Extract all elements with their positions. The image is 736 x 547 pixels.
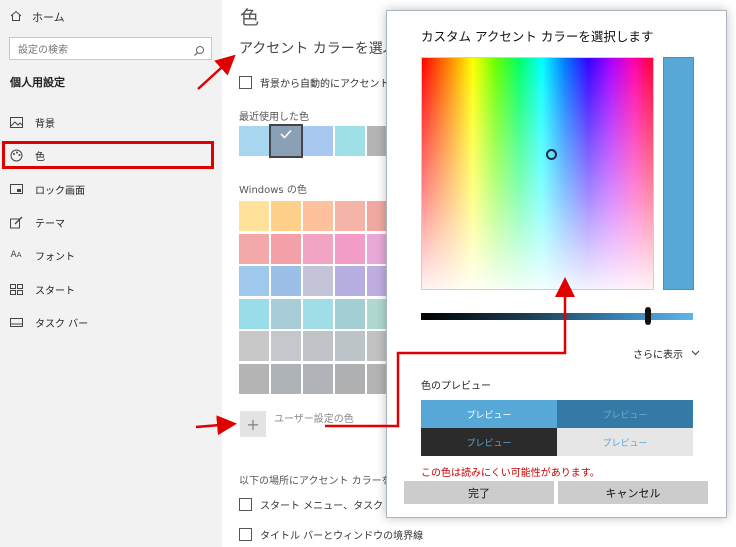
sidebar-item-font[interactable]: AA フォント: [9, 244, 75, 266]
color-spectrum-picker[interactable]: [421, 57, 654, 290]
recent-color-swatch[interactable]: [239, 126, 269, 156]
search-icon[interactable]: [193, 42, 205, 56]
settings-sidebar: ホーム 個人用設定 背景 色 ロック画面 テーマ AA フォント: [0, 0, 222, 547]
sidebar-item-label: 背景: [35, 118, 55, 130]
windows-color-swatch[interactable]: [303, 233, 333, 264]
start-icon: [9, 282, 23, 296]
sidebar-item-theme[interactable]: テーマ: [9, 211, 65, 233]
windows-color-swatch[interactable]: [239, 266, 269, 296]
home-label: ホーム: [32, 11, 65, 24]
color-preview-label: 色のプレビュー: [421, 381, 491, 392]
sidebar-item-label: タスク バー: [35, 318, 89, 330]
taskbar-icon: [9, 315, 23, 329]
titlebar-checkbox[interactable]: [239, 528, 252, 541]
search-input[interactable]: [10, 40, 190, 61]
windows-color-swatch[interactable]: [271, 201, 301, 231]
auto-accent-label: 背景から自動的にアクセント カ: [260, 79, 403, 90]
windows-color-swatch[interactable]: [335, 266, 365, 296]
recent-colors-label: 最近使用した色: [239, 112, 309, 123]
preview-tile-accent-dark: プレビュー: [557, 400, 693, 428]
chevron-down-icon: [691, 348, 700, 359]
windows-color-swatch[interactable]: [239, 363, 269, 394]
readability-warning: この色は読みにくい可能性があります。: [421, 468, 600, 479]
titlebar-label: タイトル バーとウィンドウの境界線: [260, 531, 424, 542]
windows-color-swatch[interactable]: [239, 201, 269, 231]
windows-color-swatch[interactable]: [335, 201, 365, 231]
preview-tile-white-on-accent: プレビュー: [421, 400, 557, 428]
start-taskbar-checkbox[interactable]: [239, 498, 252, 511]
selected-color-swatch: [663, 57, 694, 290]
windows-color-swatch[interactable]: [303, 331, 333, 361]
theme-brush-icon: [9, 215, 23, 229]
brightness-slider[interactable]: [421, 313, 693, 320]
checkmark-icon: [280, 129, 292, 139]
windows-color-swatch[interactable]: [303, 201, 333, 231]
windows-color-swatch[interactable]: [271, 298, 301, 329]
windows-color-swatch[interactable]: [303, 298, 333, 329]
recent-color-swatch[interactable]: [269, 124, 303, 158]
image-icon: [9, 115, 23, 129]
sidebar-item-taskbar[interactable]: タスク バー: [9, 311, 88, 333]
picker-cursor[interactable]: [546, 149, 557, 160]
font-icon: AA: [10, 250, 22, 260]
windows-color-swatch[interactable]: [335, 331, 365, 361]
windows-color-swatch[interactable]: [239, 331, 269, 361]
recent-color-swatch[interactable]: [303, 126, 333, 156]
section-title: 個人用設定: [10, 76, 65, 89]
sidebar-item-lock-screen[interactable]: ロック画面: [9, 178, 85, 200]
windows-color-swatch[interactable]: [335, 298, 365, 329]
windows-color-swatch[interactable]: [303, 266, 333, 296]
lock-screen-icon: [9, 182, 23, 196]
more-button[interactable]: さらに表示: [633, 346, 700, 361]
windows-color-swatch[interactable]: [335, 363, 365, 394]
windows-color-swatch[interactable]: [303, 363, 333, 394]
sidebar-item-background[interactable]: 背景: [9, 111, 55, 133]
add-custom-color-button[interactable]: +: [240, 411, 266, 437]
auto-accent-checkbox[interactable]: [239, 76, 252, 89]
windows-color-swatch[interactable]: [271, 363, 301, 394]
more-label: さらに表示: [633, 350, 683, 361]
windows-color-swatch[interactable]: [239, 233, 269, 264]
cancel-button[interactable]: キャンセル: [558, 481, 708, 504]
done-button[interactable]: 完了: [404, 481, 554, 504]
preview-tile-accent-on-dark: プレビュー: [421, 428, 557, 456]
windows-color-swatch[interactable]: [271, 233, 301, 264]
annotation-highlight-box: [2, 141, 214, 169]
titlebar-checkbox-row[interactable]: タイトル バーとウィンドウの境界線: [239, 527, 423, 542]
settings-search-box[interactable]: [9, 37, 212, 61]
custom-color-label: ユーザー設定の色: [274, 414, 354, 425]
sidebar-item-label: スタート: [35, 285, 75, 297]
dialog-title: カスタム アクセント カラーを選択します: [421, 29, 654, 44]
auto-accent-checkbox-row[interactable]: 背景から自動的にアクセント カ: [239, 75, 403, 90]
sidebar-item-label: ロック画面: [35, 185, 85, 197]
accent-color-heading: アクセント カラーを選ぶ: [239, 41, 397, 57]
sidebar-item-label: フォント: [35, 251, 75, 263]
home-icon: [10, 10, 22, 25]
windows-color-swatch[interactable]: [271, 266, 301, 296]
custom-accent-color-dialog: カスタム アクセント カラーを選択します さらに表示 色のプレビュー プレビュー…: [386, 10, 727, 518]
home-link[interactable]: ホーム: [10, 9, 65, 25]
windows-color-swatch[interactable]: [239, 298, 269, 329]
sidebar-item-label: テーマ: [35, 218, 65, 230]
sidebar-item-start[interactable]: スタート: [9, 278, 75, 300]
windows-color-swatch[interactable]: [335, 233, 365, 264]
windows-color-swatch[interactable]: [271, 331, 301, 361]
preview-tile-accent-on-light: プレビュー: [557, 428, 693, 456]
brightness-slider-thumb[interactable]: [645, 307, 651, 325]
windows-colors-label: Windows の色: [239, 185, 307, 196]
recent-color-swatch[interactable]: [335, 126, 365, 156]
page-title: 色: [240, 7, 260, 29]
